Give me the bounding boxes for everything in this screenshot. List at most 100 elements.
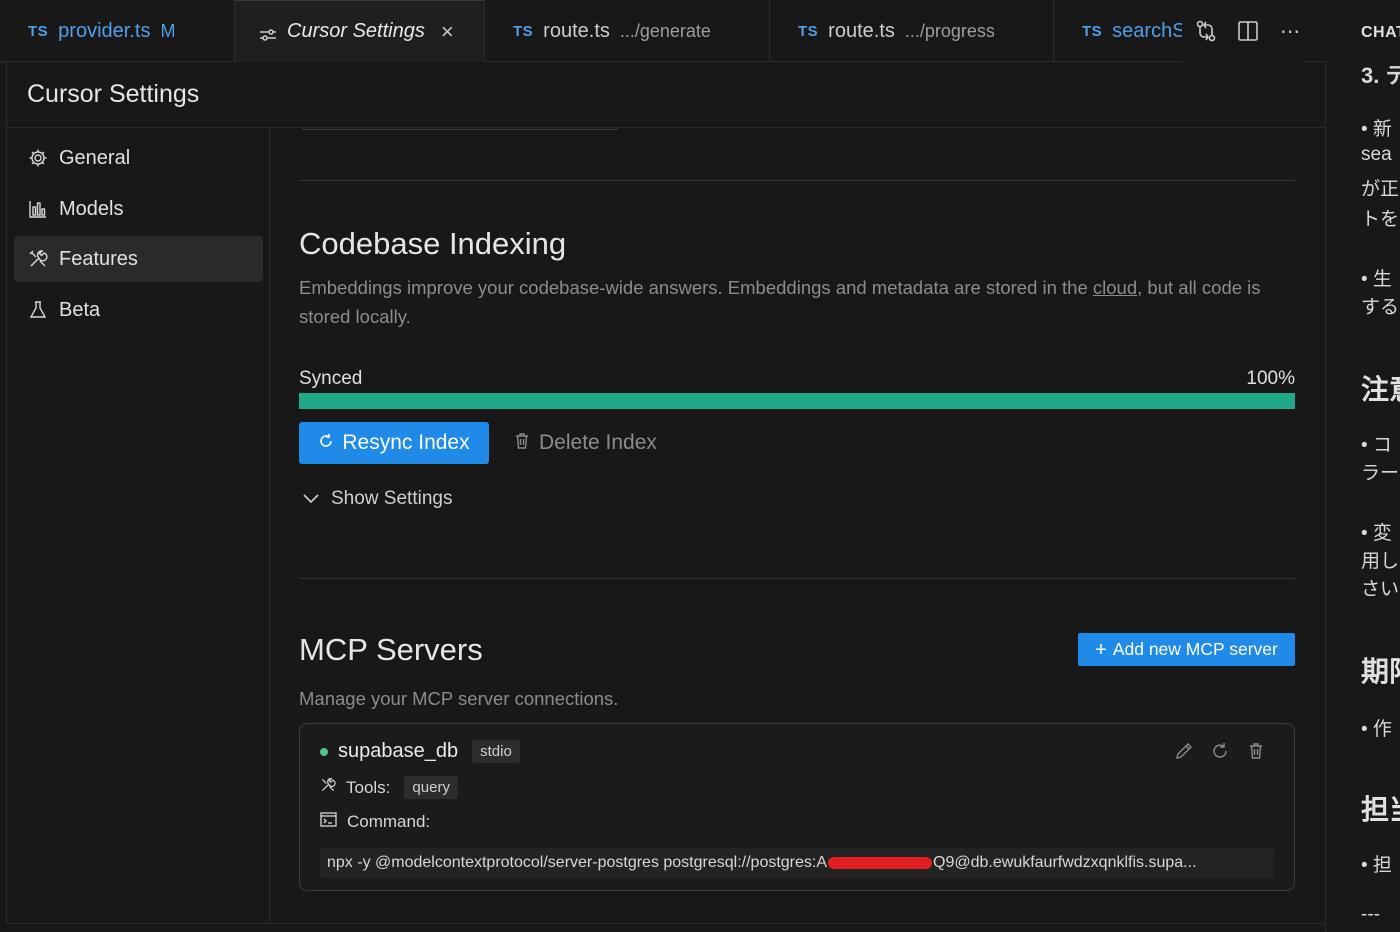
split-editor-icon[interactable] [1236, 19, 1260, 43]
sync-status: Synced [299, 368, 363, 389]
chat-text-fragment: --- [1361, 904, 1380, 925]
server-name: supabase_db [338, 740, 459, 762]
delete-index-button[interactable]: Delete Index [515, 422, 657, 464]
edit-icon[interactable] [1174, 740, 1194, 762]
chat-text-fragment: が正 [1361, 179, 1400, 200]
page-title: Cursor Settings [27, 80, 200, 108]
settings-content: Codebase Indexing Embeddings improve you… [270, 128, 1326, 924]
gear-icon [27, 147, 49, 169]
tab-route-progress[interactable]: TS route.ts .../progress [770, 0, 1054, 62]
mcp-servers-description: Manage your MCP server connections. [299, 688, 619, 709]
sidebar-item-beta[interactable]: Beta [14, 287, 263, 333]
resync-index-button[interactable]: Resync Index [299, 422, 489, 464]
plus-icon: + [1095, 638, 1107, 661]
tab-description: .../progress [904, 20, 995, 41]
redaction-mark [828, 857, 933, 869]
sync-progress-fill [299, 393, 1295, 409]
chat-text-fragment: • 作 [1361, 719, 1392, 740]
show-settings-toggle[interactable]: Show Settings [303, 484, 452, 514]
tab-label: searchS [1112, 19, 1186, 42]
mcp-servers-title: MCP Servers [299, 632, 483, 667]
tools-icon [320, 777, 336, 798]
tools-row: Tools: query [320, 776, 458, 799]
tab-provider-ts[interactable]: TS provider.ts M [0, 0, 235, 62]
typescript-icon: TS [798, 22, 819, 40]
editor-actions: ⋯ [1182, 0, 1302, 62]
typescript-icon: TS [1082, 22, 1103, 40]
chat-text-fragment: • コ [1361, 435, 1392, 456]
close-icon[interactable]: × [441, 19, 454, 45]
add-mcp-server-button[interactable]: + Add new MCP server [1078, 633, 1295, 666]
tab-label: Cursor Settings [287, 20, 425, 42]
status-dot [320, 747, 328, 756]
tab-cursor-settings[interactable]: Cursor Settings × [235, 0, 485, 62]
chat-text-fragment: 用し [1361, 551, 1400, 572]
tab-bar: TS provider.ts M Cursor Settings × TS ro… [0, 0, 1326, 62]
sync-percent: 100% [1246, 368, 1295, 389]
chevron-down-icon [303, 488, 319, 510]
sidebar-item-label: Beta [59, 298, 101, 321]
refresh-icon[interactable] [1210, 740, 1230, 762]
button-label: Delete Index [539, 431, 657, 454]
git-compare-icon[interactable] [1194, 19, 1218, 43]
bar-chart-icon [27, 198, 49, 220]
sidebar-item-general[interactable]: General [14, 135, 263, 181]
tool-badge: query [404, 776, 458, 799]
tab-description: .../generate [619, 20, 711, 41]
button-label: Resync Index [342, 431, 470, 454]
command-row: Command: [320, 812, 430, 832]
chat-text-fragment: ラー [1361, 463, 1400, 484]
tools-label: Tools: [346, 777, 391, 797]
chat-text-fragment: • 生 [1361, 269, 1392, 290]
modified-indicator: M [160, 20, 176, 41]
command-label: Command: [347, 812, 431, 831]
trash-icon[interactable] [1246, 740, 1266, 762]
flask-icon [27, 299, 49, 321]
settings-sliders-icon [259, 25, 277, 41]
tools-icon [27, 248, 49, 270]
chat-text-fragment: • 変 [1361, 523, 1392, 544]
sidebar-item-features[interactable]: Features [14, 236, 263, 282]
transport-badge: stdio [472, 740, 520, 763]
tab-label: route.ts [543, 19, 610, 42]
typescript-icon: TS [28, 22, 49, 40]
chat-text-fragment: sea [1361, 144, 1392, 165]
command-prefix: npx -y @modelcontextprotocol/server-post… [327, 854, 828, 871]
typescript-icon: TS [513, 22, 534, 40]
chat-text-fragment: トを [1361, 209, 1400, 230]
sync-progress-bar [299, 393, 1295, 409]
more-icon[interactable]: ⋯ [1278, 19, 1302, 43]
chat-text-fragment: 担当 [1361, 794, 1400, 825]
show-settings-label: Show Settings [331, 488, 453, 509]
chat-text-fragment: する [1361, 297, 1400, 318]
chat-text-fragment: さい [1361, 579, 1400, 600]
chat-text-fragment: • 新 [1361, 119, 1392, 140]
editor-area: TS provider.ts M Cursor Settings × TS ro… [0, 0, 1326, 932]
description-text: Embeddings improve your codebase-wide an… [299, 277, 1093, 298]
sidebar-item-label: Models [59, 197, 124, 220]
settings-header: Cursor Settings [6, 62, 1326, 128]
chat-text-fragment: 期限 [1361, 656, 1400, 687]
chat-panel: CHAT 3. テ • 新 sea が正トを • 生する注意 • コラー • 変用しさい期限… [1327, 0, 1400, 932]
refresh-icon [318, 431, 334, 455]
sidebar-item-models[interactable]: Models [14, 186, 263, 232]
previous-section-box [300, 128, 620, 130]
bottom-border [6, 923, 1326, 924]
tab-route-generate[interactable]: TS route.ts .../generate [485, 0, 770, 62]
command-suffix: Q9@db.ewukfaurfwdzxqnklfis.supa... [933, 854, 1197, 871]
mcp-server-card: supabase_db stdio Tools: query Command: … [299, 723, 1295, 891]
sidebar-item-label: Features [59, 247, 138, 270]
server-actions [1174, 740, 1266, 762]
settings-sidebar: General Models Features Beta [6, 128, 270, 924]
trash-icon [515, 431, 529, 455]
section-divider [299, 578, 1295, 579]
chat-text-fragment: • 担 [1361, 855, 1392, 876]
chat-header: CHAT [1361, 24, 1400, 41]
codebase-indexing-description: Embeddings improve your codebase-wide an… [299, 273, 1289, 331]
cloud-link[interactable]: cloud [1093, 277, 1137, 298]
sidebar-item-label: General [59, 146, 131, 169]
tab-label: provider.ts [58, 19, 151, 42]
button-label: Add new MCP server [1112, 639, 1278, 659]
server-header: supabase_db stdio [320, 740, 520, 763]
tab-label: route.ts [828, 19, 895, 42]
